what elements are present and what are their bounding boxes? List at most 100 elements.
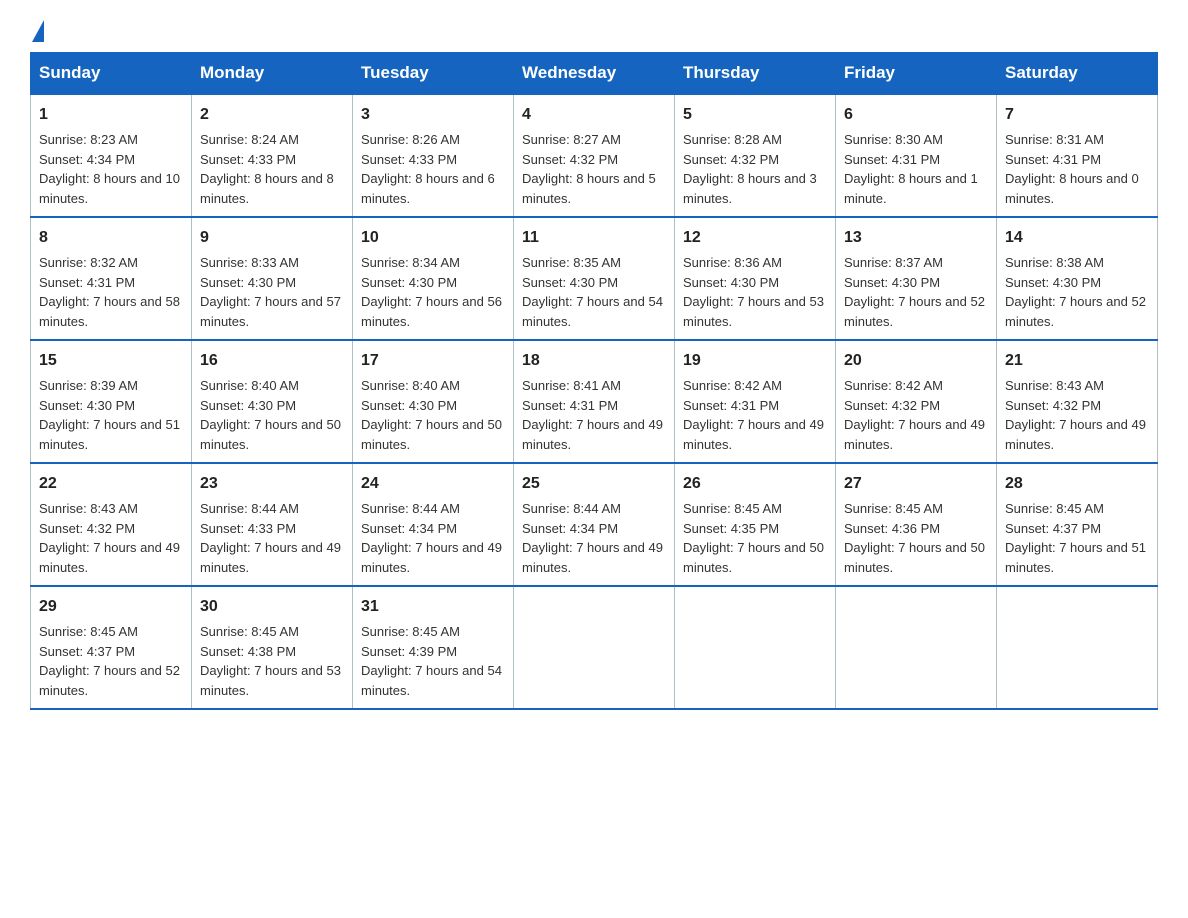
weekday-header-monday: Monday (192, 53, 353, 95)
calendar-cell: 18Sunrise: 8:41 AMSunset: 4:31 PMDayligh… (514, 340, 675, 463)
daylight-text: Daylight: 7 hours and 57 minutes. (200, 294, 341, 329)
day-number: 14 (1005, 226, 1149, 250)
daylight-text: Daylight: 7 hours and 49 minutes. (683, 417, 824, 452)
calendar-cell: 31Sunrise: 8:45 AMSunset: 4:39 PMDayligh… (353, 586, 514, 709)
sunrise-text: Sunrise: 8:32 AM (39, 255, 138, 270)
calendar-cell: 16Sunrise: 8:40 AMSunset: 4:30 PMDayligh… (192, 340, 353, 463)
sunset-text: Sunset: 4:32 PM (39, 521, 135, 536)
calendar-cell: 10Sunrise: 8:34 AMSunset: 4:30 PMDayligh… (353, 217, 514, 340)
sunrise-text: Sunrise: 8:36 AM (683, 255, 782, 270)
daylight-text: Daylight: 7 hours and 52 minutes. (39, 663, 180, 698)
daylight-text: Daylight: 7 hours and 52 minutes. (1005, 294, 1146, 329)
weekday-header-thursday: Thursday (675, 53, 836, 95)
day-number: 31 (361, 595, 505, 619)
sunset-text: Sunset: 4:32 PM (683, 152, 779, 167)
calendar-cell: 14Sunrise: 8:38 AMSunset: 4:30 PMDayligh… (997, 217, 1158, 340)
day-number: 17 (361, 349, 505, 373)
sunset-text: Sunset: 4:34 PM (361, 521, 457, 536)
sunset-text: Sunset: 4:31 PM (39, 275, 135, 290)
sunrise-text: Sunrise: 8:34 AM (361, 255, 460, 270)
calendar-cell: 2Sunrise: 8:24 AMSunset: 4:33 PMDaylight… (192, 94, 353, 217)
logo-triangle-icon (32, 20, 44, 42)
calendar-cell: 22Sunrise: 8:43 AMSunset: 4:32 PMDayligh… (31, 463, 192, 586)
sunset-text: Sunset: 4:30 PM (361, 398, 457, 413)
sunset-text: Sunset: 4:34 PM (522, 521, 618, 536)
calendar-cell: 8 Sunrise: 8:32 AM Sunset: 4:31 PM Daylight… (31, 217, 192, 340)
day-number: 4 (522, 103, 666, 127)
daylight-text: Daylight: 8 hours and 5 minutes. (522, 171, 656, 206)
day-number: 20 (844, 349, 988, 373)
sunset-text: Sunset: 4:34 PM (39, 152, 135, 167)
day-number: 11 (522, 226, 666, 250)
daylight-text: Daylight: 7 hours and 49 minutes. (200, 540, 341, 575)
calendar-cell: 25Sunrise: 8:44 AMSunset: 4:34 PMDayligh… (514, 463, 675, 586)
calendar-body: 1Sunrise: 8:23 AMSunset: 4:34 PMDaylight… (31, 94, 1158, 709)
sunrise-text: Sunrise: 8:45 AM (361, 624, 460, 639)
sunrise-text: Sunrise: 8:39 AM (39, 378, 138, 393)
sunset-text: Sunset: 4:38 PM (200, 644, 296, 659)
sunrise-text: Sunrise: 8:44 AM (361, 501, 460, 516)
calendar-header: SundayMondayTuesdayWednesdayThursdayFrid… (31, 53, 1158, 95)
calendar-cell: 17 Sunrise: 8:40 AM Sunset: 4:30 PM Dayligh… (353, 340, 514, 463)
day-number: 15 (39, 349, 183, 373)
weekday-header-wednesday: Wednesday (514, 53, 675, 95)
daylight-text: Daylight: 8 hours and 0 minutes. (1005, 171, 1139, 206)
sunrise-text: Sunrise: 8:45 AM (1005, 501, 1104, 516)
sunset-text: Sunset: 4:30 PM (683, 275, 779, 290)
sunset-text: Sunset: 4:35 PM (683, 521, 779, 536)
page-header (30, 20, 1158, 42)
calendar-cell: 6Sunrise: 8:30 AMSunset: 4:31 PMDaylight… (836, 94, 997, 217)
calendar-cell: 3Sunrise: 8:26 AMSunset: 4:33 PMDaylight… (353, 94, 514, 217)
sunrise-text: Sunrise: 8:43 AM (39, 501, 138, 516)
sunset-text: Sunset: 4:30 PM (361, 275, 457, 290)
sunset-text: Sunset: 4:30 PM (39, 398, 135, 413)
day-number: 7 (1005, 103, 1149, 127)
sunrise-text: Sunrise: 8:33 AM (200, 255, 299, 270)
day-number: 12 (683, 226, 827, 250)
sunrise-text: Sunrise: 8:28 AM (683, 132, 782, 147)
sunset-text: Sunset: 4:30 PM (200, 398, 296, 413)
sunrise-text: Sunrise: 8:30 AM (844, 132, 943, 147)
calendar-cell: 4 Sunrise: 8:27 AM Sunset: 4:32 PM Daylight… (514, 94, 675, 217)
day-number: 8 (39, 226, 183, 250)
calendar-cell (675, 586, 836, 709)
sunset-text: Sunset: 4:39 PM (361, 644, 457, 659)
daylight-text: Daylight: 7 hours and 51 minutes. (1005, 540, 1146, 575)
calendar-table: SundayMondayTuesdayWednesdayThursdayFrid… (30, 52, 1158, 710)
day-number: 3 (361, 103, 505, 127)
sunset-text: Sunset: 4:30 PM (1005, 275, 1101, 290)
sunrise-text: Sunrise: 8:42 AM (844, 378, 943, 393)
sunrise-text: Sunrise: 8:45 AM (844, 501, 943, 516)
calendar-week-row: 1Sunrise: 8:23 AMSunset: 4:34 PMDaylight… (31, 94, 1158, 217)
day-number: 30 (200, 595, 344, 619)
sunset-text: Sunset: 4:36 PM (844, 521, 940, 536)
daylight-text: Daylight: 7 hours and 50 minutes. (361, 417, 502, 452)
day-number: 10 (361, 226, 505, 250)
calendar-cell (514, 586, 675, 709)
sunrise-text: Sunrise: 8:40 AM (200, 378, 299, 393)
sunrise-text: Sunrise: 8:45 AM (683, 501, 782, 516)
calendar-cell: 1Sunrise: 8:23 AMSunset: 4:34 PMDaylight… (31, 94, 192, 217)
daylight-text: Daylight: 7 hours and 49 minutes. (39, 540, 180, 575)
sunrise-text: Sunrise: 8:44 AM (522, 501, 621, 516)
weekday-header-tuesday: Tuesday (353, 53, 514, 95)
calendar-cell: 23Sunrise: 8:44 AMSunset: 4:33 PMDayligh… (192, 463, 353, 586)
day-number: 18 (522, 349, 666, 373)
calendar-week-row: 8 Sunrise: 8:32 AM Sunset: 4:31 PM Daylight… (31, 217, 1158, 340)
sunrise-text: Sunrise: 8:42 AM (683, 378, 782, 393)
weekday-header-saturday: Saturday (997, 53, 1158, 95)
daylight-text: Daylight: 8 hours and 6 minutes. (361, 171, 495, 206)
day-number: 9 (200, 226, 344, 250)
daylight-text: Daylight: 7 hours and 54 minutes. (522, 294, 663, 329)
daylight-text: Daylight: 7 hours and 58 minutes. (39, 294, 180, 329)
day-number: 26 (683, 472, 827, 496)
daylight-text: Daylight: 7 hours and 49 minutes. (844, 417, 985, 452)
sunrise-text: Sunrise: 8:40 AM (361, 378, 460, 393)
sunrise-text: Sunrise: 8:31 AM (1005, 132, 1104, 147)
day-number: 24 (361, 472, 505, 496)
calendar-cell (997, 586, 1158, 709)
sunset-text: Sunset: 4:32 PM (1005, 398, 1101, 413)
sunrise-text: Sunrise: 8:27 AM (522, 132, 621, 147)
sunset-text: Sunset: 4:32 PM (844, 398, 940, 413)
sunset-text: Sunset: 4:32 PM (522, 152, 618, 167)
